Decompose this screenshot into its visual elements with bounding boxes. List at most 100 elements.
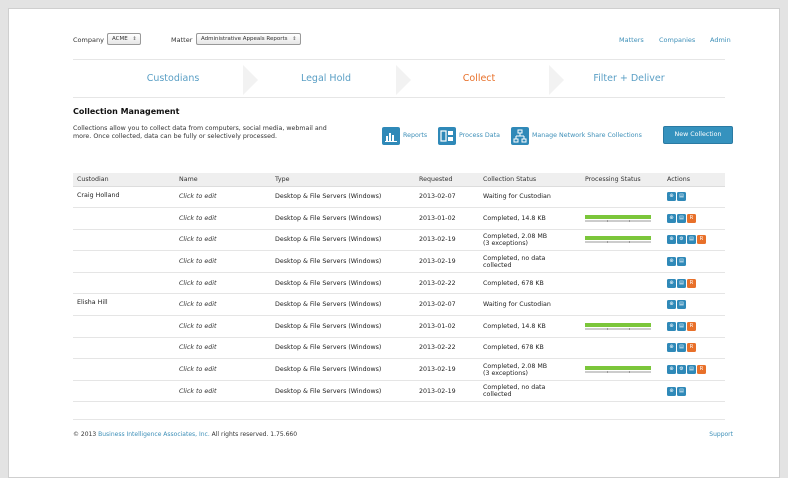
cell-collection-status: Completed, 14.8 KB [479,315,581,338]
view-icon[interactable]: ⊕ [667,300,676,310]
review-icon[interactable]: R [697,235,706,245]
collections-table: Custodian Name Type Requested Collection… [73,173,725,403]
status-text: Completed, 678 KB [483,279,544,287]
network-icon [511,127,529,145]
step-legal-hold[interactable]: Legal Hold [256,73,396,84]
cell-custodian: Elisha Hill [73,293,175,317]
app-window: Company ACME ⇕ Matter Administrative Appe… [8,8,780,478]
col-type[interactable]: Type [271,173,415,187]
cell-actions: ⊕ ▤ R [663,315,725,338]
view-icon[interactable]: ⊕ [667,321,676,331]
cell-type: Desktop & File Servers (Windows) [271,272,415,295]
review-icon[interactable]: R [687,213,696,223]
cell-name-editable[interactable]: Click to edit [175,358,271,381]
cell-processing-status [581,337,663,360]
document-icon[interactable]: ▤ [677,343,686,353]
process-icon[interactable]: ⚙ [677,365,686,375]
footer: © 2013 Business Intelligence Associates,… [73,431,297,438]
cell-name-editable[interactable]: Click to edit [175,380,271,403]
review-icon[interactable]: R [687,278,696,288]
view-icon[interactable]: ⊕ [667,213,676,223]
view-icon[interactable]: ⊕ [667,386,676,396]
step-filter-deliver[interactable]: Filter + Deliver [559,73,699,84]
step-custodians[interactable]: Custodians [103,73,243,84]
cell-custodian [73,207,175,230]
progress-tick [629,327,630,330]
cell-name-editable[interactable]: Click to edit [175,250,271,273]
status-detail: (3 exceptions) [483,369,528,377]
table-header-row: Custodian Name Type Requested Collection… [73,173,725,187]
cell-name-editable[interactable]: Click to edit [175,207,271,230]
col-actions: Actions [663,173,725,187]
col-collection-status[interactable]: Collection Status [479,173,581,187]
cell-actions: ⊕ ▤ [663,250,725,273]
view-icon[interactable]: ⊕ [667,257,676,267]
col-name[interactable]: Name [175,173,271,187]
cell-name-editable[interactable]: Click to edit [175,186,271,209]
col-custodian[interactable]: Custodian [73,173,175,187]
status-text: Waiting for Custodian [483,193,551,201]
review-icon[interactable]: R [687,343,696,353]
progress-bar [585,214,651,222]
nav-link-matters[interactable]: Matters [619,36,644,44]
col-processing-status[interactable]: Processing Status [581,173,663,187]
cell-name-editable[interactable]: Click to edit [175,337,271,360]
document-icon[interactable]: ▤ [677,278,686,288]
cell-name-editable[interactable]: Click to edit [175,293,271,317]
cell-collection-status: Waiting for Custodian [479,186,581,209]
cell-actions: ⊕ ⚙ ▤ R [663,229,725,252]
document-icon[interactable]: ▤ [687,235,696,245]
bar-chart-icon [382,127,400,145]
view-icon[interactable]: ⊕ [667,343,676,353]
company-link[interactable]: Business Intelligence Associates, Inc. [98,431,210,438]
nav-link-admin[interactable]: Admin [710,36,731,44]
cell-type: Desktop & File Servers (Windows) [271,358,415,381]
table-row: Click to edit Desktop & File Servers (Win… [73,250,725,273]
document-icon[interactable]: ▤ [677,300,686,310]
review-icon[interactable]: R [697,365,706,375]
divider [73,59,725,60]
progress-track [585,219,651,222]
cell-actions: ⊕ ▤ [663,186,725,209]
matter-select[interactable]: Administrative Appeals Reports ⇕ [196,33,301,45]
cell-name-editable[interactable]: Click to edit [175,229,271,252]
step-collect[interactable]: Collect [409,73,549,84]
progress-fill [585,366,651,371]
progress-bar [585,236,651,244]
support-link[interactable]: Support [709,431,733,438]
document-icon[interactable]: ▤ [677,386,686,396]
status-text: Completed, 2.08 MB [483,362,548,370]
cell-processing-status [581,229,663,252]
view-icon[interactable]: ⊕ [667,192,676,202]
cell-custodian [73,380,175,403]
review-icon[interactable]: R [687,321,696,331]
document-icon[interactable]: ▤ [677,257,686,267]
cell-custodian [73,315,175,338]
cell-requested: 2013-02-19 [415,380,479,403]
document-icon[interactable]: ▤ [677,213,686,223]
cell-type: Desktop & File Servers (Windows) [271,186,415,209]
cell-requested: 2013-02-19 [415,229,479,252]
select-arrows-icon: ⇕ [132,36,137,42]
table-row: Click to edit Desktop & File Servers (Win… [73,207,725,230]
document-icon[interactable]: ▤ [677,321,686,331]
cell-name-editable[interactable]: Click to edit [175,272,271,295]
view-icon[interactable]: ⊕ [667,278,676,288]
status-text: Waiting for Custodian [483,301,551,309]
col-requested[interactable]: Requested [415,173,479,187]
cell-actions: ⊕ ▤ [663,293,725,317]
document-icon[interactable]: ▤ [687,365,696,375]
nav-link-companies[interactable]: Companies [659,36,695,44]
status-detail: collected [483,261,512,269]
company-select[interactable]: ACME ⇕ [107,33,141,45]
view-icon[interactable]: ⊕ [667,365,676,375]
new-collection-button[interactable]: New Collection [663,126,733,144]
divider [73,419,725,420]
view-icon[interactable]: ⊕ [667,235,676,245]
document-icon[interactable]: ▤ [677,192,686,202]
cell-processing-status [581,293,663,317]
progress-tick [629,241,630,244]
cell-name-editable[interactable]: Click to edit [175,315,271,338]
status-text: Completed, no data [483,384,546,392]
process-icon[interactable]: ⚙ [677,235,686,245]
